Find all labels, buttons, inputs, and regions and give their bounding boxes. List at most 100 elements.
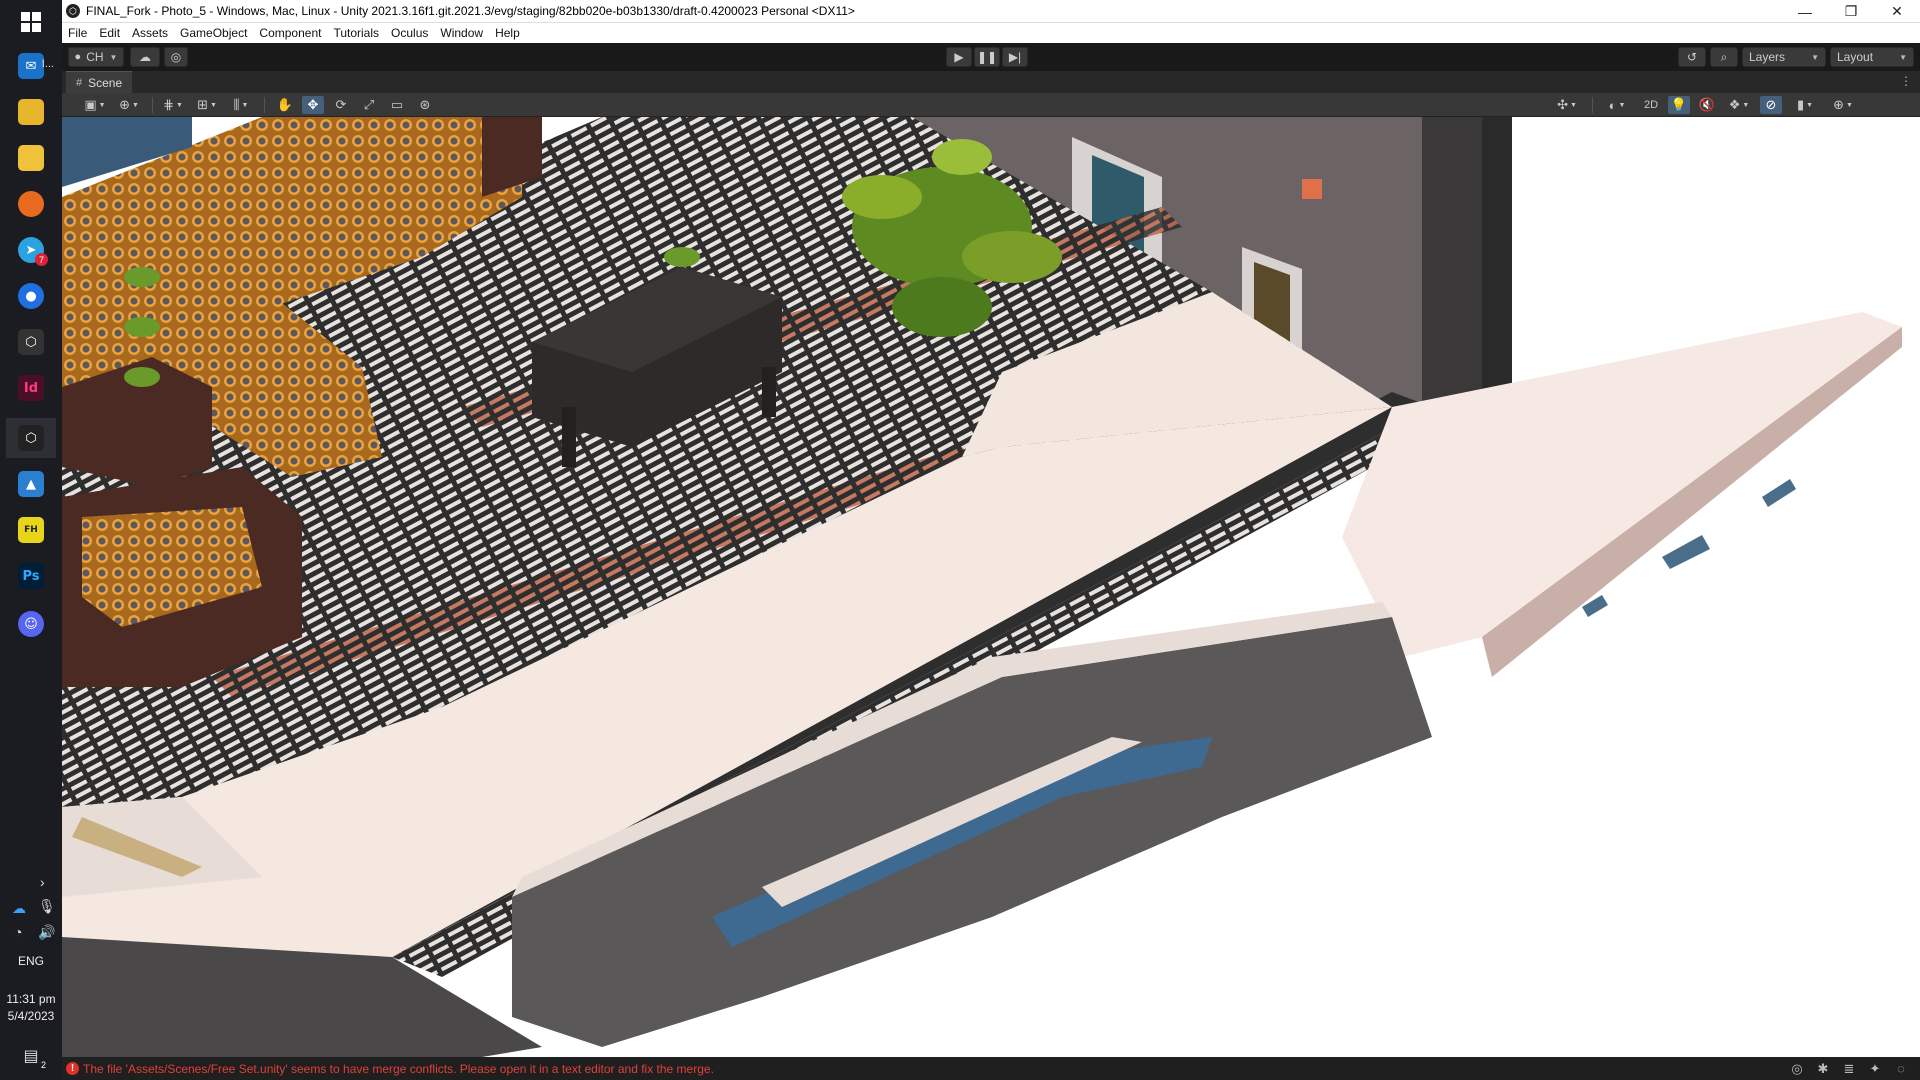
mail-icon: ✉ bbox=[18, 53, 44, 79]
taskbar-fh[interactable]: FH bbox=[6, 510, 56, 550]
collab-button[interactable]: ◎ bbox=[164, 47, 188, 67]
search-button[interactable]: ⌕ bbox=[1710, 47, 1738, 67]
menu-window[interactable]: Window bbox=[440, 26, 483, 40]
draw-mode-dropdown[interactable]: ▣ ▼ bbox=[80, 96, 110, 114]
grid-snapping-dropdown[interactable]: ⋕ ▼ bbox=[158, 96, 188, 114]
menu-gameobject[interactable]: GameObject bbox=[180, 26, 247, 40]
menu-edit[interactable]: Edit bbox=[99, 26, 120, 40]
layout-dropdown[interactable]: Layout ▼ bbox=[1830, 47, 1914, 67]
restore-button[interactable]: ❐ bbox=[1828, 0, 1874, 23]
language-indicator[interactable]: ENG bbox=[0, 954, 62, 968]
microphone-icon[interactable]: 🎙 bbox=[38, 898, 56, 915]
camera-settings-dropdown[interactable]: ▮ ▼ bbox=[1788, 96, 1822, 114]
close-button[interactable]: ✕ bbox=[1874, 0, 1920, 23]
volume-icon[interactable]: 🔊 bbox=[38, 924, 55, 941]
cache-server-icon[interactable]: ≣ bbox=[1836, 1061, 1862, 1077]
global-toggle-dropdown[interactable]: ⊕ ▼ bbox=[114, 96, 144, 114]
menu-component[interactable]: Component bbox=[259, 26, 321, 40]
lighting-toggle-button[interactable]: 💡 bbox=[1668, 96, 1690, 114]
pivot-dropdown[interactable]: ✣ ▼ bbox=[1550, 96, 1584, 114]
taskbar-mail[interactable]: ✉ I... bbox=[6, 46, 56, 86]
shading-mode-dropdown[interactable]: ◐ ▼ bbox=[1600, 96, 1634, 114]
taskbar-file-explorer-2[interactable] bbox=[6, 138, 56, 178]
clock-date[interactable]: 5/4/2023 bbox=[0, 1009, 62, 1023]
tab-scene[interactable]: # Scene bbox=[66, 71, 133, 93]
layers-dropdown[interactable]: Layers ▼ bbox=[1742, 47, 1826, 67]
draw-mode-icon: ▣ bbox=[84, 97, 97, 112]
rect-tool-button[interactable]: ▭ bbox=[386, 96, 408, 114]
history-icon: ↺ bbox=[1686, 50, 1698, 64]
taskbar-telegram[interactable]: ➤ 7 bbox=[6, 230, 56, 270]
move-tool-button[interactable]: ✥ bbox=[302, 96, 324, 114]
network-icon[interactable]: ◔ bbox=[14, 924, 22, 940]
notification-badge: 7 bbox=[35, 253, 48, 266]
auto-generate-lighting-icon[interactable]: ✦ bbox=[1862, 1061, 1888, 1077]
transform-tool-button[interactable]: ⊛ bbox=[414, 96, 436, 114]
menu-oculus[interactable]: Oculus bbox=[391, 26, 428, 40]
show-hidden-icons-chevron-icon[interactable]: › bbox=[40, 874, 45, 890]
minimize-button[interactable]: — bbox=[1782, 0, 1828, 23]
error-icon: ! bbox=[66, 1062, 79, 1075]
increment-snapping-dropdown[interactable]: ⊞ ▼ bbox=[192, 96, 222, 114]
taskbar-firefox[interactable] bbox=[6, 184, 56, 224]
gizmos-dropdown[interactable]: ⊕ ▼ bbox=[1826, 96, 1860, 114]
play-button[interactable]: ▶ bbox=[946, 47, 972, 67]
console-error-message[interactable]: The file 'Assets/Scenes/Free Set.unity' … bbox=[83, 1062, 714, 1076]
play-icon: ▶ bbox=[954, 50, 964, 64]
cloud-button[interactable]: ☁ bbox=[130, 47, 160, 67]
account-icon: ● bbox=[74, 51, 82, 63]
taskbar-indesign[interactable]: Id bbox=[6, 368, 56, 408]
hand-tool-button[interactable]: ✋ bbox=[274, 96, 296, 114]
menu-file[interactable]: File bbox=[68, 26, 87, 40]
taskbar-maps[interactable]: ● bbox=[6, 276, 56, 316]
onedrive-icon[interactable]: ☁ bbox=[12, 900, 26, 917]
taskbar-discord[interactable]: ☺ bbox=[6, 604, 56, 644]
scene-toolbar: ▣ ▼ ⊕ ▼ ⋕ ▼ ⊞ ▼ ⫼ ▼ ✋ ✥ ⟳ ⤢ ▭ ⊛ ✣ ▼ ◐ ▼ 2D 💡 🔇 … bbox=[62, 93, 1920, 117]
collab-icon: ◎ bbox=[170, 50, 182, 64]
chevron-down-icon: ▼ bbox=[1899, 52, 1907, 62]
light-bulb-icon: 💡 bbox=[1670, 97, 1688, 112]
photoshop-icon: Ps bbox=[18, 563, 44, 589]
effects-dropdown[interactable]: ❖ ▼ bbox=[1722, 96, 1756, 114]
layers-label: Layers bbox=[1749, 50, 1786, 64]
menu-help[interactable]: Help bbox=[495, 26, 520, 40]
chevron-down-icon: ▼ bbox=[131, 101, 139, 109]
more-options-icon[interactable]: ⋮ bbox=[1900, 74, 1912, 88]
windows-taskbar: ✉ I... ➤ 7 ● ⬡ Id ⬡ ▲ FH Ps ☺ › ☁ 🎙 ◔ 🔊 … bbox=[0, 0, 62, 1080]
pause-button[interactable]: ❚❚ bbox=[974, 47, 1000, 67]
scale-icon: ⤢ bbox=[363, 97, 375, 112]
scene-render bbox=[62, 117, 1920, 1057]
scene-viewport[interactable] bbox=[62, 117, 1920, 1057]
start-button[interactable] bbox=[6, 2, 56, 42]
progress-icon[interactable]: ◌ bbox=[1888, 1061, 1914, 1077]
fh-icon: FH bbox=[18, 517, 44, 543]
hidden-objects-toggle-button[interactable]: ⊘ bbox=[1760, 96, 1782, 114]
clock-time[interactable]: 11:31 pm bbox=[0, 992, 62, 1006]
menu-assets[interactable]: Assets bbox=[132, 26, 168, 40]
toggle-2d-button[interactable]: 2D bbox=[1638, 96, 1664, 114]
title-bar: ⬡ FINAL_Fork - Photo_5 - Windows, Mac, L… bbox=[62, 0, 1920, 23]
taskbar-photos[interactable]: ▲ bbox=[6, 464, 56, 504]
notification-center[interactable]: ▤ 2 bbox=[6, 1036, 56, 1076]
rotate-tool-button[interactable]: ⟳ bbox=[330, 96, 352, 114]
step-button[interactable]: ▶| bbox=[1002, 47, 1028, 67]
oculus-icon[interactable]: ◎ bbox=[1784, 1061, 1810, 1077]
cloud-icon: ☁ bbox=[139, 50, 151, 64]
taskbar-unity[interactable]: ⬡ bbox=[6, 418, 56, 458]
windows-logo-icon bbox=[21, 12, 41, 32]
taskbar-photoshop[interactable]: Ps bbox=[6, 556, 56, 596]
account-dropdown[interactable]: ● CH ▼ bbox=[68, 47, 124, 67]
debug-icon[interactable]: ✱ bbox=[1810, 1061, 1836, 1077]
menu-tutorials[interactable]: Tutorials bbox=[333, 26, 379, 40]
align-dropdown[interactable]: ⫼ ▼ bbox=[226, 96, 256, 114]
taskbar-unity-hub[interactable]: ⬡ bbox=[6, 322, 56, 362]
audio-toggle-button[interactable]: 🔇 bbox=[1696, 96, 1718, 114]
chevron-down-icon: ▼ bbox=[1811, 52, 1819, 62]
audio-icon: 🔇 bbox=[1698, 97, 1716, 112]
undo-history-button[interactable]: ↺ bbox=[1678, 47, 1706, 67]
chevron-down-icon: ▼ bbox=[1569, 101, 1577, 109]
taskbar-file-explorer[interactable] bbox=[6, 92, 56, 132]
scale-tool-button[interactable]: ⤢ bbox=[358, 96, 380, 114]
folder-icon bbox=[18, 99, 44, 125]
chevron-down-icon: ▼ bbox=[98, 101, 106, 109]
